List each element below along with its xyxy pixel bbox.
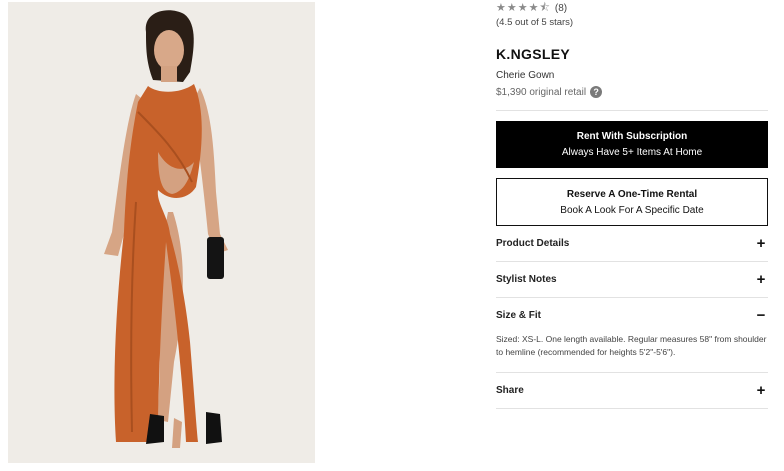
- product-image[interactable]: [8, 2, 315, 463]
- original-retail-price: $1,390 original retail: [496, 86, 587, 98]
- plus-icon[interactable]: +: [754, 236, 768, 251]
- product-name: Cherie Gown: [496, 70, 555, 81]
- help-icon[interactable]: ?: [590, 86, 603, 98]
- accordion-stylist-notes[interactable]: Stylist Notes +: [496, 272, 768, 287]
- minus-icon[interactable]: −: [754, 308, 768, 323]
- accordion-label: Stylist Notes: [496, 274, 557, 285]
- rent-with-subscription-button[interactable]: Rent With Subscription Always Have 5+ It…: [496, 121, 768, 168]
- accordion-label: Share: [496, 385, 524, 396]
- button-title: Reserve A One-Time Rental: [566, 188, 698, 200]
- star-rating-icon: ★★★★⯪: [496, 2, 551, 14]
- reserve-one-time-rental-button[interactable]: Reserve A One-Time Rental Book A Look Fo…: [496, 178, 768, 226]
- brand-name[interactable]: K.NGSLEY: [496, 46, 570, 62]
- button-subtitle: Book A Look For A Specific Date: [560, 204, 704, 216]
- divider: [496, 261, 768, 262]
- size-fit-description: Sized: XS-L. One length available. Regul…: [496, 334, 767, 357]
- plus-icon[interactable]: +: [754, 272, 768, 287]
- model-illustration: [8, 2, 315, 463]
- divider: [496, 372, 768, 373]
- divider: [496, 408, 768, 409]
- plus-icon[interactable]: +: [754, 383, 768, 398]
- button-title: Rent With Subscription: [576, 131, 688, 142]
- accordion-size-fit[interactable]: Size & Fit −: [496, 308, 768, 323]
- handbag-icon: [207, 237, 224, 279]
- button-subtitle: Always Have 5+ Items At Home: [561, 147, 703, 158]
- review-count[interactable]: (8): [555, 3, 567, 14]
- accordion-label: Product Details: [496, 238, 570, 249]
- accordion-product-details[interactable]: Product Details +: [496, 236, 768, 251]
- price-row: $1,390 original retail ?: [496, 86, 603, 98]
- accordion-share[interactable]: Share +: [496, 383, 768, 398]
- rating-row[interactable]: ★★★★⯪ (8): [496, 2, 567, 15]
- accordion-label: Size & Fit: [496, 310, 542, 321]
- divider: [496, 297, 768, 298]
- rating-text: (4.5 out of 5 stars): [496, 17, 574, 28]
- divider: [496, 110, 768, 111]
